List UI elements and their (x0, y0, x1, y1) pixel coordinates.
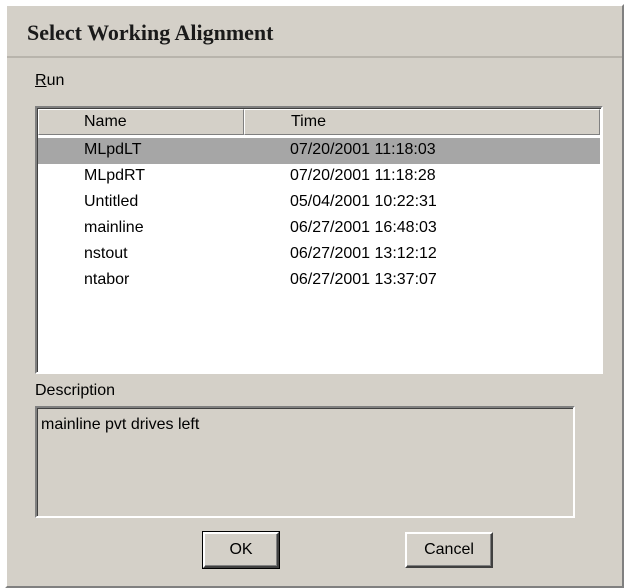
row-time: 06/27/2001 13:12:12 (290, 245, 437, 262)
description-label: Description (35, 382, 116, 399)
list-row[interactable]: Untitled 05/04/2001 10:22:31 (38, 190, 600, 216)
list-row[interactable]: ntabor 06/27/2001 13:37:07 (38, 268, 600, 294)
column-header-time[interactable]: Time (244, 109, 600, 135)
row-time: 06/27/2001 16:48:03 (290, 219, 437, 236)
row-name: Untitled (84, 193, 139, 210)
title-bar[interactable]: Select Working Alignment (7, 6, 622, 58)
row-time: 07/20/2001 11:18:03 (290, 141, 436, 158)
row-name: MLpdRT (84, 167, 146, 184)
description-box: mainline pvt drives left (35, 406, 575, 518)
row-name: MLpdLT (84, 141, 142, 158)
alignment-list[interactable]: Name Time MLpdLT 07/20/2001 11:18:03 MLp… (35, 106, 603, 374)
list-row[interactable]: mainline 06/27/2001 16:48:03 (38, 216, 600, 242)
row-name: ntabor (84, 271, 130, 288)
menu-run-accelerator: R (35, 72, 47, 89)
list-row[interactable]: MLpdRT 07/20/2001 11:18:28 (38, 164, 600, 190)
row-name: nstout (84, 245, 128, 262)
row-time: 07/20/2001 11:18:28 (290, 167, 436, 184)
select-working-alignment-dialog: Select Working Alignment Run Name Time M… (5, 4, 624, 588)
menu-run-label: un (46, 72, 65, 89)
cancel-button[interactable]: Cancel (405, 532, 493, 568)
ok-button[interactable]: OK (202, 531, 280, 569)
menu-run[interactable]: Run (35, 72, 64, 90)
description-text: mainline pvt drives left (41, 416, 200, 433)
list-header: Name Time (38, 109, 600, 135)
row-time: 05/04/2001 10:22:31 (290, 193, 437, 210)
menu-bar: Run (7, 66, 622, 96)
list-row[interactable]: MLpdLT 07/20/2001 11:18:03 (38, 138, 600, 164)
dialog-title: Select Working Alignment (27, 20, 274, 45)
column-header-name[interactable]: Name (38, 109, 244, 135)
row-time: 06/27/2001 13:37:07 (290, 271, 437, 288)
row-name: mainline (84, 219, 144, 236)
list-row[interactable]: nstout 06/27/2001 13:12:12 (38, 242, 600, 268)
list-rows: MLpdLT 07/20/2001 11:18:03 MLpdRT 07/20/… (38, 138, 600, 294)
